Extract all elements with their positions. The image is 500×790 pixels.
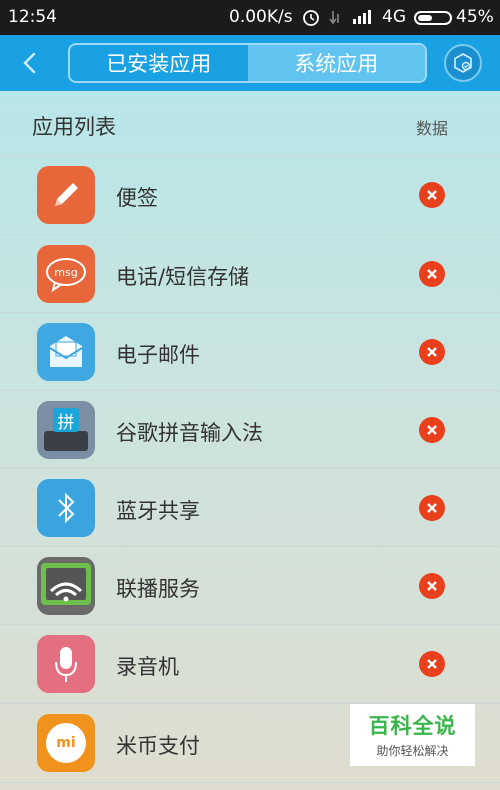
pencil-icon bbox=[37, 166, 95, 224]
bluetooth-icon bbox=[37, 479, 95, 537]
list-item[interactable]: 录音机 bbox=[0, 625, 500, 703]
app-name: 蓝牙共享 bbox=[116, 499, 200, 523]
list-title: 应用列表 bbox=[32, 115, 116, 139]
tab-switcher: 已安装应用 系统应用 bbox=[68, 43, 427, 83]
list-header: 应用列表 数据 bbox=[0, 91, 500, 156]
msg-icon: msg bbox=[37, 245, 95, 303]
watermark: 百科全说 助你轻松解决 bbox=[350, 704, 475, 766]
app-name: 谷歌拼音输入法 bbox=[116, 421, 263, 445]
mic-icon bbox=[37, 635, 95, 693]
app-name: 联播服务 bbox=[116, 577, 200, 601]
close-icon bbox=[427, 347, 437, 357]
delete-data-button[interactable] bbox=[419, 573, 445, 599]
hexagon-settings-icon bbox=[454, 53, 472, 73]
delete-data-button[interactable] bbox=[419, 339, 445, 365]
close-icon bbox=[427, 659, 437, 669]
app-name: 便签 bbox=[116, 186, 158, 210]
app-bar: 已安装应用 系统应用 bbox=[0, 35, 500, 91]
settings-button[interactable] bbox=[444, 44, 482, 82]
delete-data-button[interactable] bbox=[419, 495, 445, 521]
network-speed: 0.00K/s bbox=[229, 7, 293, 27]
status-bar: 12:54 0.00K/s 4G 45% bbox=[0, 0, 500, 35]
app-name: 米币支付 bbox=[116, 734, 200, 758]
app-name: 电话/短信存储 bbox=[116, 265, 250, 289]
list-item[interactable]: 联播服务 bbox=[0, 547, 500, 625]
delete-data-button[interactable] bbox=[419, 182, 445, 208]
status-time: 12:54 bbox=[8, 7, 57, 27]
app-name: 电子邮件 bbox=[116, 343, 200, 367]
coin-circle: mi bbox=[46, 723, 86, 763]
watermark-title: 百科全说 bbox=[368, 714, 457, 738]
signal-strength-icon bbox=[329, 11, 339, 25]
list-item[interactable]: 蓝牙共享 bbox=[0, 469, 500, 547]
signal-bars-icon bbox=[353, 10, 371, 24]
keyboard-icon: 拼 bbox=[37, 401, 95, 459]
list-item[interactable]: 电子邮件 bbox=[0, 313, 500, 391]
close-icon bbox=[427, 581, 437, 591]
mail-icon bbox=[37, 323, 95, 381]
svg-text:msg: msg bbox=[54, 266, 77, 279]
watermark-subtitle: 助你轻松解决 bbox=[376, 744, 449, 758]
alarm-icon bbox=[303, 10, 319, 26]
back-arrow-icon[interactable] bbox=[14, 47, 46, 79]
close-icon bbox=[427, 425, 437, 435]
mi-logo-text: mi bbox=[56, 735, 76, 751]
data-column-label: 数据 bbox=[416, 119, 449, 138]
delete-data-button[interactable] bbox=[419, 417, 445, 443]
app-name: 录音机 bbox=[116, 655, 179, 679]
tab-system-apps[interactable]: 系统应用 bbox=[247, 45, 425, 81]
pinyin-badge: 拼 bbox=[53, 408, 79, 433]
tab-installed-apps[interactable]: 已安装应用 bbox=[70, 45, 248, 81]
network-type: 4G bbox=[382, 7, 406, 27]
close-icon bbox=[427, 503, 437, 513]
battery-icon bbox=[414, 11, 452, 25]
battery-percent: 45% bbox=[456, 7, 494, 27]
close-icon bbox=[427, 190, 437, 200]
close-icon bbox=[427, 269, 437, 279]
mi-coin-icon: mi bbox=[37, 714, 95, 772]
list-item[interactable]: msg 电话/短信存储 bbox=[0, 235, 500, 313]
list-item[interactable]: 拼 谷歌拼音输入法 bbox=[0, 391, 500, 469]
delete-data-button[interactable] bbox=[419, 651, 445, 677]
list-item[interactable]: 便签 bbox=[0, 156, 500, 234]
divider bbox=[0, 782, 500, 783]
keyboard-base bbox=[44, 431, 88, 451]
delete-data-button[interactable] bbox=[419, 261, 445, 287]
cast-icon bbox=[37, 557, 95, 615]
